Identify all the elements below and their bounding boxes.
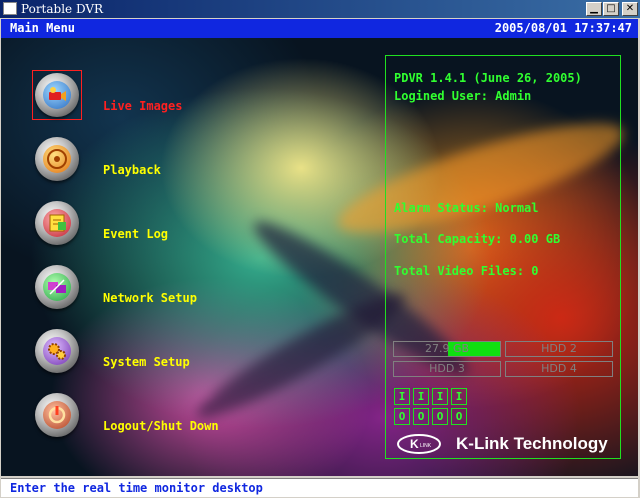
menu-item-label: Playback (103, 163, 161, 177)
camera-output-2: O (413, 408, 429, 425)
menu-title: Main Menu (10, 21, 76, 35)
version-info: PDVR 1.4.1 (June 26, 2005) (394, 71, 582, 85)
app-icon (3, 2, 17, 15)
hdd-label: 27.9 GB (424, 342, 470, 355)
close-button[interactable]: ✕ (622, 2, 638, 16)
minimize-button[interactable]: ▁ (586, 2, 602, 16)
event-log-icon (35, 201, 79, 245)
menu-item-label: Event Log (103, 227, 169, 241)
network-icon (35, 265, 79, 309)
menu-item-label: Logout/Shut Down (103, 419, 219, 433)
menu-item-label: System Setup (103, 355, 190, 369)
svg-text:K: K (410, 437, 419, 451)
status-message: Enter the real time monitor desktop (10, 481, 263, 495)
window-title: Portable DVR (21, 2, 104, 16)
hdd-4-indicator: HDD 4 (505, 361, 613, 377)
total-capacity: Total Capacity: 0.00 GB (394, 232, 561, 246)
svg-text:LINK: LINK (420, 443, 432, 449)
camera-output-1: O (394, 408, 410, 425)
camera-input-row: I I I I (394, 388, 467, 405)
datetime-display: 2005/08/01 17:37:47 (494, 21, 632, 35)
status-panel: PDVR 1.4.1 (June 26, 2005) Logined User:… (385, 55, 621, 459)
menu-item-network-setup[interactable]: Network Setup (33, 263, 293, 313)
camera-output-3: O (432, 408, 448, 425)
camera-input-1: I (394, 388, 410, 405)
portable-dvr-window: Portable DVR ▁ □ ✕ Main Menu 2005/08/01 … (0, 0, 640, 498)
menu-item-label: Network Setup (103, 291, 197, 305)
camera-output-row: O O O O (394, 408, 467, 425)
brand-name: K-Link Technology (456, 434, 608, 453)
hdd-label: HDD 3 (429, 362, 465, 375)
title-bar[interactable]: Portable DVR ▁ □ ✕ (0, 0, 640, 18)
camera-input-4: I (451, 388, 467, 405)
camera-output-4: O (451, 408, 467, 425)
menu-item-logout-shut-down[interactable]: Logout/Shut Down (33, 391, 293, 441)
hdd-1-indicator: 27.9 GB (393, 341, 501, 357)
header-bar: Main Menu 2005/08/01 17:37:47 (1, 19, 638, 38)
alarm-status: Alarm Status: Normal (394, 201, 539, 215)
main-desktop: Live Images Playback Event Log Network S… (1, 38, 638, 476)
k-link-logo: K LINK (397, 434, 441, 454)
menu-item-event-log[interactable]: Event Log (33, 199, 293, 249)
menu-item-live-images[interactable]: Live Images (32, 70, 293, 121)
hdd-label: HDD 2 (541, 342, 577, 355)
maximize-button[interactable]: □ (603, 2, 619, 16)
logged-user-info: Logined User: Admin (394, 89, 532, 103)
menu-item-label: Live Images (103, 99, 183, 113)
camera-icon (35, 73, 79, 117)
camera-input-2: I (413, 388, 429, 405)
hdd-label: HDD 4 (541, 362, 577, 375)
brand-footer: K LINK K-Link Technology (396, 432, 618, 456)
power-icon (35, 393, 79, 437)
menu-item-playback[interactable]: Playback (33, 135, 293, 185)
window-controls: ▁ □ ✕ (585, 2, 638, 16)
gears-icon (35, 329, 79, 373)
status-bar: Enter the real time monitor desktop (1, 478, 638, 497)
total-video-files: Total Video Files: 0 (394, 264, 539, 278)
camera-input-3: I (432, 388, 448, 405)
playback-icon (35, 137, 79, 181)
hdd-3-indicator: HDD 3 (393, 361, 501, 377)
hdd-2-indicator: HDD 2 (505, 341, 613, 357)
menu-item-system-setup[interactable]: System Setup (33, 327, 293, 377)
